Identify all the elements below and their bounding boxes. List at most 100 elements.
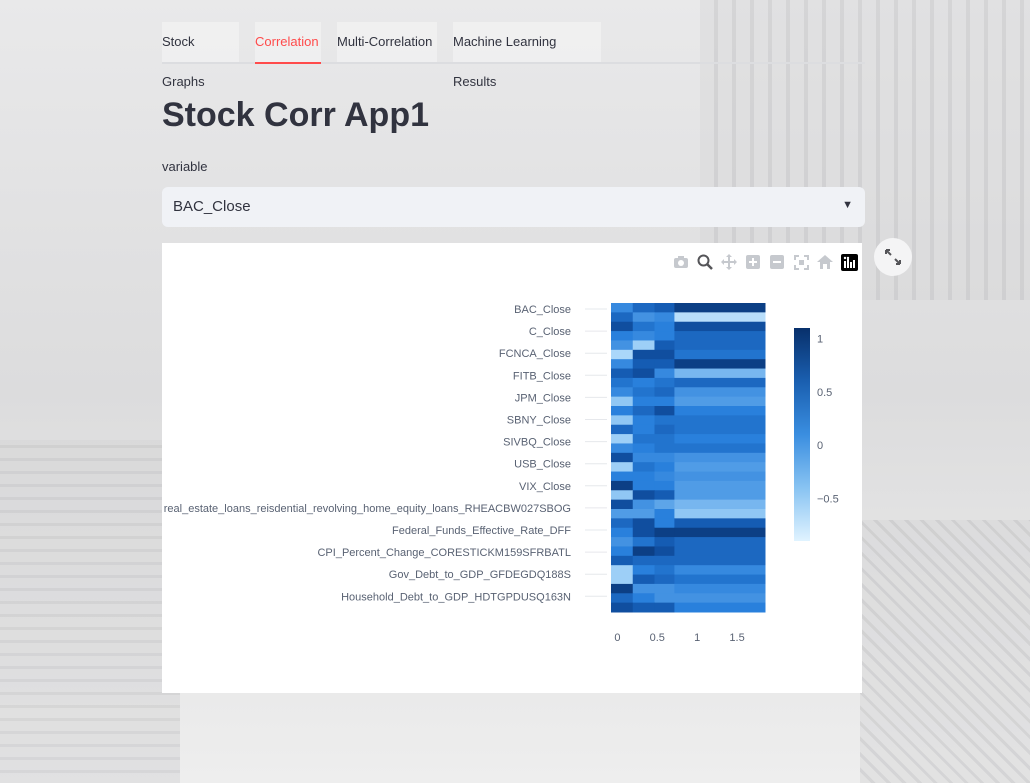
y-tick-label: FCNCA_Close <box>499 348 571 360</box>
heatmap-cell <box>674 518 766 529</box>
heatmap-cell <box>632 396 655 407</box>
heatmap-cell <box>632 349 655 360</box>
heatmap-cell <box>632 462 655 473</box>
heatmap-cell <box>611 593 634 604</box>
colorbar-tick-label: −0.5 <box>817 493 839 505</box>
heatmap-cell <box>674 406 766 416</box>
heatmap-cell <box>632 340 655 351</box>
heatmap-cell <box>632 359 655 370</box>
heatmap-cell <box>654 527 675 538</box>
heatmap-cell <box>674 462 766 473</box>
heatmap-cell <box>611 396 634 407</box>
heatmap-cell <box>674 593 766 604</box>
heatmap-cell <box>674 480 766 491</box>
heatmap-cell <box>674 509 766 519</box>
heatmap-cell <box>632 443 655 454</box>
chart-container: BAC_Close C_Close FCNCA_Close FITB_Close JPM… <box>162 243 862 693</box>
y-tick-label: VIX_Close <box>519 481 571 493</box>
heatmap-cell <box>654 583 675 594</box>
tab-correlation[interactable]: Correlation <box>255 22 321 64</box>
heatmap-cell <box>654 443 675 454</box>
heatmap-cell <box>654 321 675 332</box>
heatmap-cell <box>632 546 655 557</box>
heatmap-cell <box>674 555 766 566</box>
y-tick-label: CPI_Percent_Change_CORESTICKM159SFRBATL <box>317 547 571 559</box>
heatmap-cell <box>611 499 634 510</box>
heatmap-cell <box>611 518 634 529</box>
heatmap-cell <box>611 349 634 360</box>
page-title: Stock Corr App1 <box>162 96 430 134</box>
heatmap-cell <box>674 312 766 323</box>
heatmap-cell <box>674 527 766 538</box>
heatmap-cell <box>632 321 655 332</box>
background-building-bottom <box>860 520 1030 783</box>
heatmap-cell <box>632 424 655 435</box>
heatmap-cell <box>611 321 634 332</box>
heatmap-cell <box>674 340 766 351</box>
y-tick-label: SIVBQ_Close <box>503 437 571 449</box>
heatmap-cell <box>611 480 634 491</box>
heatmap-cell <box>674 424 766 435</box>
heatmap-chart: BAC_Close C_Close FCNCA_Close FITB_Close JPM… <box>164 303 839 644</box>
select-value: BAC_Close <box>173 198 251 215</box>
heatmap-cell <box>632 499 655 510</box>
chevron-down-icon: ▼ <box>842 199 853 211</box>
heatmap-cell <box>654 602 675 613</box>
y-tick-label: Household_Debt_to_GDP_HDTGPDUSQ163N <box>341 591 571 603</box>
heatmap-cell <box>674 602 766 613</box>
heatmap-cell <box>654 349 675 360</box>
heatmap-cell <box>654 593 675 604</box>
heatmap-cell <box>654 490 675 501</box>
tab-stock-graphs[interactable]: Stock Graphs <box>162 22 239 89</box>
heatmap-cell <box>632 303 655 313</box>
heatmap-cell <box>674 452 766 463</box>
colorbar-tick-label: 1 <box>817 334 823 346</box>
heatmap-cell <box>611 434 634 444</box>
y-tick-label: real_estate_loans_reisdential_revolving_… <box>164 503 571 515</box>
heatmap-cell <box>654 499 675 510</box>
heatmap-cell <box>611 415 634 426</box>
heatmap-cell <box>654 462 675 473</box>
heatmap-cell <box>611 583 634 594</box>
heatmap-cell <box>632 452 655 463</box>
heatmap-cell <box>611 537 634 547</box>
heatmap-cell <box>632 509 655 519</box>
heatmap-cell <box>611 406 634 416</box>
heatmap-cell <box>632 555 655 566</box>
heatmap-cell <box>674 546 766 557</box>
heatmap-cell <box>632 602 655 613</box>
tab-bar: Stock Graphs Correlation Multi-Correlati… <box>162 22 865 89</box>
heatmap-cell <box>654 555 675 566</box>
heatmap-cell <box>611 527 634 538</box>
heatmap-cell <box>674 303 766 313</box>
heatmap-cell <box>654 546 675 557</box>
heatmap-cell <box>654 434 675 444</box>
heatmap-cell <box>632 527 655 538</box>
heatmap-cell <box>674 377 766 388</box>
heatmap-cell <box>654 377 675 388</box>
tab-machine-learning-results[interactable]: Machine Learning Results <box>453 22 601 89</box>
heatmap-cell <box>611 443 634 454</box>
heatmap-cell <box>654 471 675 482</box>
heatmap-cell <box>611 387 634 398</box>
heatmap-cell <box>674 368 766 379</box>
tab-multi-correlation[interactable]: Multi-Correlation <box>337 22 437 62</box>
heatmap-cell <box>632 490 655 501</box>
heatmap-cell <box>632 471 655 482</box>
heatmap-cell <box>674 471 766 482</box>
heatmap-cell <box>654 396 675 407</box>
heatmap-cell <box>611 312 634 323</box>
heatmap-cell <box>611 303 634 313</box>
heatmap-cell <box>654 340 675 351</box>
heatmap-cell <box>632 583 655 594</box>
heatmap-cell <box>674 331 766 341</box>
y-tick-label: BAC_Close <box>514 304 571 316</box>
heatmap-cell <box>632 574 655 585</box>
heatmap-cell <box>654 312 675 323</box>
heatmap-cell <box>611 574 634 585</box>
expand-icon[interactable] <box>874 238 912 276</box>
y-tick-label: SBNY_Close <box>507 415 571 427</box>
heatmap-cell <box>654 509 675 519</box>
variable-select[interactable]: BAC_Close ▼ <box>162 187 865 227</box>
heatmap-cell <box>611 359 634 370</box>
